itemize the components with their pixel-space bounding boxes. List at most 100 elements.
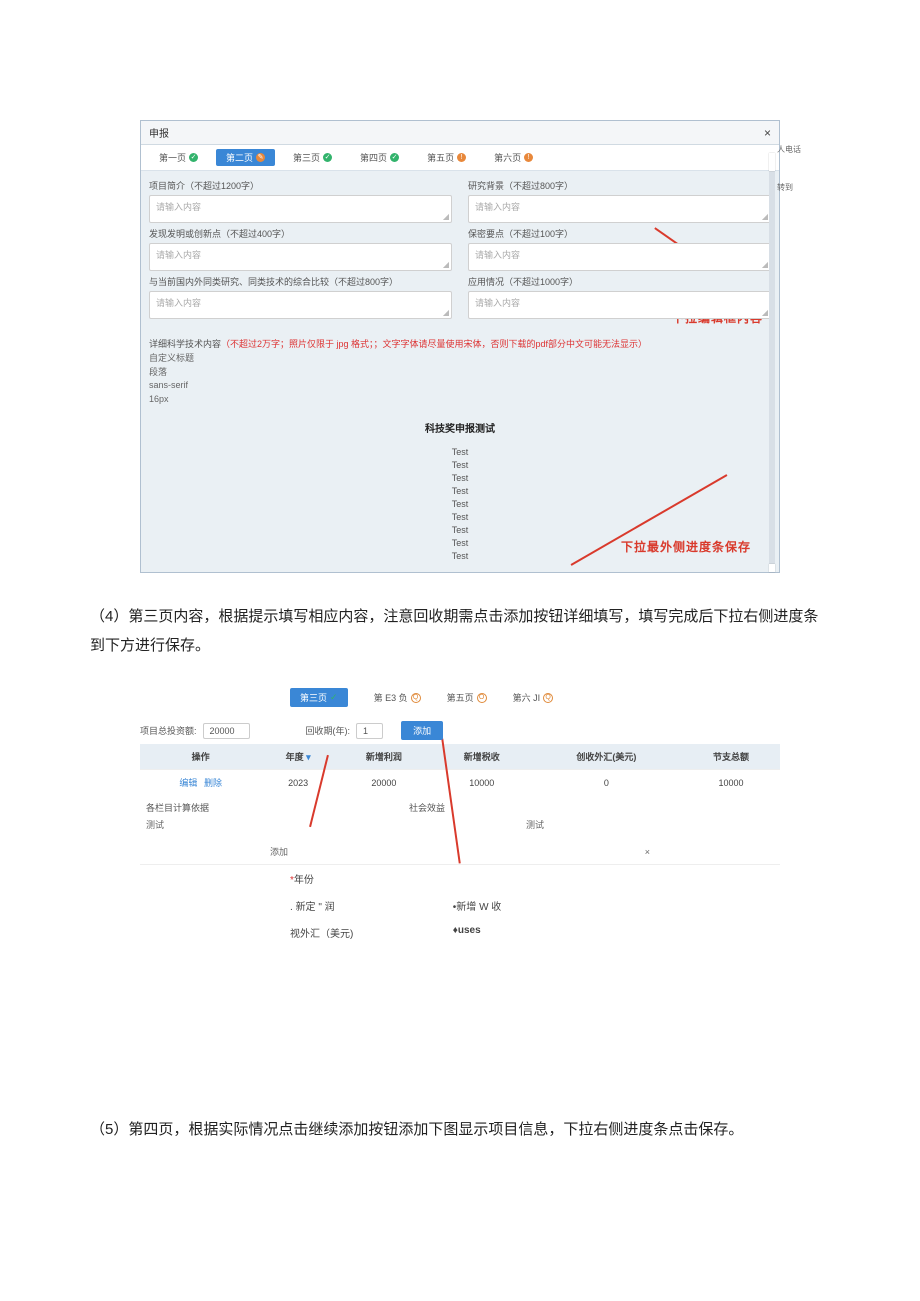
row-ops: 编辑 删除	[140, 770, 261, 796]
sort-icon: ▾	[306, 752, 311, 762]
pen-icon: ✎	[256, 153, 265, 162]
payback-label: 回收期(年):	[306, 724, 351, 737]
th-profit: 新增利润	[335, 744, 433, 770]
tab-page-4b[interactable]: 第 E3 负 Q	[374, 688, 421, 707]
screenshot-2: 第三页✓ 第 E3 负 Q 第五页 O 第六 JI Q 项目总投资额: 2000…	[140, 682, 780, 946]
tab-page-3b[interactable]: 第三页✓	[290, 688, 348, 707]
field-comparison: 与当前国内外同类研究、同类技术的综合比较（不超过800字） 请输入内容◢	[149, 275, 452, 319]
cell-fx: 0	[531, 770, 682, 796]
modal-header: 申报 ×	[141, 121, 779, 145]
cell-tax: 10000	[433, 770, 531, 796]
section-labels: 各栏目计算依据 社会效益	[140, 795, 780, 816]
resize-icon: ◢	[762, 260, 768, 269]
social-benefit-label: 社会效益	[409, 801, 445, 814]
open-icon: O	[477, 693, 487, 703]
field-confidential: 保密要点（不超过100字） 请输入内容◢	[468, 227, 771, 271]
close-icon[interactable]: ×	[645, 847, 650, 857]
resize-icon: ◢	[762, 212, 768, 221]
close-icon[interactable]: ×	[764, 126, 771, 140]
field-label: 项目简介（不超过1200字）	[149, 179, 452, 192]
field-label: 与当前国内外同类研究、同类技术的综合比较（不超过800字）	[149, 275, 452, 288]
resize-icon: ◢	[443, 308, 449, 317]
cropped-right-text: 人电话 转到	[777, 145, 801, 194]
th-ops: 操作	[140, 744, 261, 770]
scrollbar[interactable]	[769, 153, 775, 572]
dlg-tax: •新增 W 收	[453, 898, 593, 913]
calc-basis-value[interactable]: 测试	[146, 818, 326, 831]
dialog-header: 添加 ×	[140, 839, 780, 865]
tab-page-5b[interactable]: 第五页 O	[447, 688, 487, 707]
cell-save: 10000	[682, 770, 780, 796]
warn-icon: !	[524, 153, 533, 162]
open-icon: Q	[411, 693, 421, 703]
calc-basis-label: 各栏目计算依据	[146, 801, 209, 814]
check-icon: ✓	[330, 692, 338, 703]
edit-link[interactable]: 编辑	[179, 778, 197, 788]
dlg-year: *年份	[290, 871, 450, 886]
investment-label: 项目总投资额:	[140, 724, 197, 737]
field-label: 应用情况（不超过1000字）	[468, 275, 771, 288]
toolbar-font[interactable]: sans-serif	[149, 379, 771, 393]
field-project-intro: 项目简介（不超过1200字） 请输入内容◢	[149, 179, 452, 223]
field-label: 发现发明或创新点（不超过400字）	[149, 227, 452, 240]
tab-page-5[interactable]: 第五页!	[417, 149, 476, 166]
dialog-form: *年份 . 新定 " 润 •新增 W 收 视外汇（美元) ♦uses	[290, 865, 780, 946]
th-fx: 创收外汇(美元)	[531, 744, 682, 770]
textarea-comparison[interactable]: 请输入内容◢	[149, 291, 452, 319]
tab-page-4[interactable]: 第四页✓	[350, 149, 409, 166]
investment-input[interactable]: 20000	[203, 723, 250, 739]
modal-title: 申报	[149, 125, 169, 140]
instruction-4: （4）第三页内容，根据提示填写相应内容，注意回收期需点击添加按钮详细填写，填写完…	[90, 603, 830, 660]
resize-icon: ◢	[762, 308, 768, 317]
richtext-label: 详细科学技术内容（不超过2万字；照片仅限于 jpg 格式；；文字字体请尽量使用宋…	[149, 337, 771, 350]
resize-icon: ◢	[443, 212, 449, 221]
delete-link[interactable]: 删除	[204, 778, 222, 788]
dialog-title: 添加	[270, 845, 288, 858]
tab-page-1[interactable]: 第一页✓	[149, 149, 208, 166]
richtext-toolbar[interactable]: 自定义标题 段落 sans-serif 16px	[149, 350, 771, 408]
dlg-profit: . 新定 " 润	[290, 898, 450, 913]
tab-page-2[interactable]: 第二页✎	[216, 149, 275, 166]
toolbar-size[interactable]: 16px	[149, 393, 771, 407]
textarea-confidential[interactable]: 请输入内容◢	[468, 243, 771, 271]
toolbar-paragraph[interactable]: 段落	[149, 366, 771, 380]
th-save: 节支总额	[682, 744, 780, 770]
warn-icon: !	[457, 153, 466, 162]
scrollbar-thumb-top[interactable]	[769, 153, 775, 171]
table-row: 编辑 删除 2023 20000 10000 0 10000	[140, 770, 780, 796]
crop-text-2: 转到	[777, 183, 801, 193]
richtext-title: 科技奖申报测试	[149, 420, 771, 435]
tab-page-6b[interactable]: 第六 JI Q	[513, 688, 554, 707]
add-button[interactable]: 添加	[401, 721, 443, 740]
check-icon: ✓	[390, 153, 399, 162]
th-year[interactable]: 年度 ▾	[261, 744, 335, 770]
resize-icon: ◢	[443, 260, 449, 269]
page-tabs-2: 第三页✓ 第 E3 负 Q 第五页 O 第六 JI Q	[140, 682, 780, 717]
field-application: 应用情况（不超过1000字） 请输入内容◢	[468, 275, 771, 319]
section-values: 测试 测试	[140, 816, 780, 839]
tab-page-3[interactable]: 第三页✓	[283, 149, 342, 166]
dlg-fx: 视外汇（美元)	[290, 925, 450, 940]
payback-input[interactable]: 1	[356, 723, 383, 739]
tab-page-6[interactable]: 第六页!	[484, 149, 543, 166]
screenshot-1-modal: 人电话 转到 申报 × 第一页✓ 第二页✎ 第三页✓ 第四页✓ 第五页! 第六页…	[140, 120, 780, 573]
textarea-project-intro[interactable]: 请输入内容◢	[149, 195, 452, 223]
textarea-application[interactable]: 请输入内容◢	[468, 291, 771, 319]
scrollbar-thumb-bottom[interactable]	[769, 564, 775, 572]
page-tabs: 第一页✓ 第二页✎ 第三页✓ 第四页✓ 第五页! 第六页!	[141, 145, 779, 171]
dlg-uses: ♦uses	[453, 925, 593, 936]
social-benefit-value[interactable]: 测试	[526, 818, 544, 831]
returns-table: 操作 年度 ▾ 新增利润 新增税收 创收外汇(美元) 节支总额 编辑 删除 20…	[140, 744, 780, 795]
field-background: 研究背景（不超过800字） 请输入内容◢	[468, 179, 771, 223]
open-icon: Q	[543, 693, 553, 703]
cell-profit: 20000	[335, 770, 433, 796]
check-icon: ✓	[189, 153, 198, 162]
th-tax: 新增税收	[433, 744, 531, 770]
field-innovation: 发现发明或创新点（不超过400字） 请输入内容◢	[149, 227, 452, 271]
check-icon: ✓	[323, 153, 332, 162]
annotation-pulldown-save: 下拉最外侧进度条保存	[621, 538, 751, 555]
toolbar-custom-title[interactable]: 自定义标题	[149, 352, 771, 366]
textarea-background[interactable]: 请输入内容◢	[468, 195, 771, 223]
textarea-innovation[interactable]: 请输入内容◢	[149, 243, 452, 271]
table-header-row: 操作 年度 ▾ 新增利润 新增税收 创收外汇(美元) 节支总额	[140, 744, 780, 770]
